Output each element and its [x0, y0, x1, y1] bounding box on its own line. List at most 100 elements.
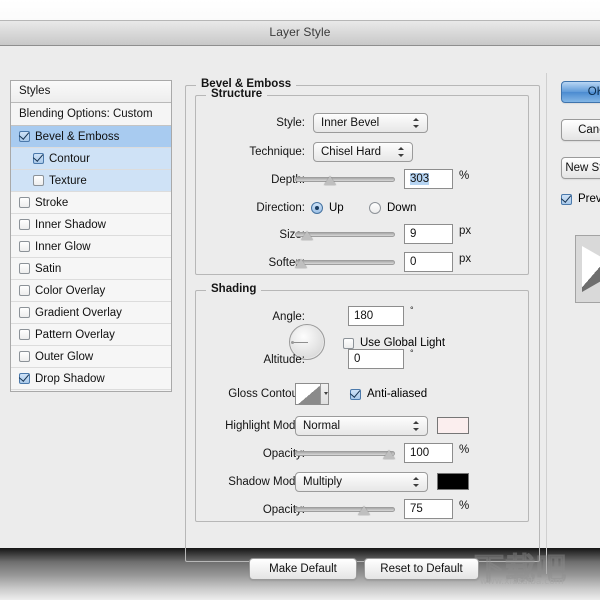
make-default-button[interactable]: Make Default: [249, 558, 357, 580]
styles-list-item-label: Texture: [49, 174, 87, 187]
styles-list-item-checkbox[interactable]: [33, 175, 44, 186]
dialog-titlebar[interactable]: Layer Style: [0, 21, 600, 46]
styles-list-item[interactable]: Drop Shadow: [11, 368, 171, 390]
styles-list-item-checkbox[interactable]: [19, 263, 30, 274]
size-slider-knob[interactable]: [301, 231, 313, 241]
shadow-opacity-unit: %: [459, 500, 470, 512]
direction-up-option[interactable]: Up: [311, 198, 344, 218]
highlight-color-swatch[interactable]: [437, 417, 469, 434]
styles-list-item[interactable]: Texture: [11, 170, 171, 192]
styles-rows: Bevel & Emboss Contour Texture Stroke Inner …: [11, 126, 171, 390]
styles-list-item[interactable]: Bevel & Emboss: [11, 126, 171, 148]
bevel-emboss-pane: Bevel & Emboss Structure Style: Inner Be…: [185, 75, 540, 580]
radio-down-icon[interactable]: [369, 202, 381, 214]
soften-input[interactable]: 0: [404, 252, 453, 272]
depth-slider[interactable]: [295, 173, 395, 187]
depth-slider-knob[interactable]: [324, 176, 336, 186]
styles-list-item[interactable]: Outer Glow: [11, 346, 171, 368]
styles-list-item-checkbox[interactable]: [19, 219, 30, 230]
shadow-color-swatch[interactable]: [437, 473, 469, 490]
depth-input-value: 303: [410, 173, 430, 185]
soften-input-value: 0: [410, 256, 417, 268]
radio-up-icon[interactable]: [311, 202, 323, 214]
size-label: Size:: [279, 229, 305, 241]
styles-list-item-label: Inner Shadow: [35, 218, 106, 231]
shadow-mode-label: Shadow Mode:: [228, 476, 305, 488]
direction-down-option[interactable]: Down: [369, 198, 416, 218]
styles-list-item-checkbox[interactable]: [19, 241, 30, 252]
cancel-button[interactable]: Cancel: [561, 119, 600, 141]
styles-list-item-label: Gradient Overlay: [35, 306, 122, 319]
styles-list-item-label: Bevel & Emboss: [35, 130, 120, 143]
style-select[interactable]: Inner Bevel: [313, 113, 428, 133]
chevron-updown-icon: [398, 146, 405, 160]
direction-label: Direction:: [256, 202, 305, 214]
screen: Layer Style Styles Blending Options: Cus…: [0, 0, 600, 600]
soften-slider-track: [295, 260, 395, 265]
styles-list-item[interactable]: Pattern Overlay: [11, 324, 171, 346]
altitude-label: Altitude:: [263, 354, 305, 366]
preview-checkbox[interactable]: [561, 193, 572, 205]
styles-list-item-checkbox[interactable]: [19, 329, 30, 340]
styles-list-item-checkbox[interactable]: [19, 197, 30, 208]
size-unit: px: [459, 225, 472, 237]
highlight-opacity-slider[interactable]: [295, 447, 395, 461]
anti-aliased-label: Anti-aliased: [367, 388, 428, 400]
styles-list-item[interactable]: Stroke: [11, 192, 171, 214]
blending-options-row[interactable]: Blending Options: Custom: [11, 103, 171, 126]
preview-option[interactable]: Preview: [561, 189, 600, 209]
styles-list-item-label: Inner Glow: [35, 240, 91, 253]
use-global-light-checkbox[interactable]: [343, 337, 354, 349]
angle-input[interactable]: 180: [348, 306, 404, 326]
styles-list-item[interactable]: Satin: [11, 258, 171, 280]
highlight-opacity-input[interactable]: 100: [404, 443, 453, 463]
styles-list-item[interactable]: Contour: [11, 148, 171, 170]
ok-button[interactable]: OK: [561, 81, 600, 103]
soften-slider[interactable]: [295, 256, 395, 270]
depth-unit: %: [459, 170, 470, 182]
highlight-opacity-label: Opacity:: [262, 448, 305, 460]
dialog-title: Layer Style: [269, 25, 331, 39]
size-slider[interactable]: [295, 228, 395, 242]
altitude-input[interactable]: 0: [348, 349, 404, 369]
reset-to-default-button[interactable]: Reset to Default: [364, 558, 479, 580]
depth-slider-track: [295, 177, 395, 182]
depth-label: Depth:: [271, 174, 305, 186]
anti-aliased-checkbox[interactable]: [350, 388, 361, 400]
styles-list-item-checkbox[interactable]: [19, 351, 30, 362]
styles-list-item-checkbox[interactable]: [19, 131, 30, 142]
styles-list-item[interactable]: Inner Shadow: [11, 214, 171, 236]
new-style-button[interactable]: New Style...: [561, 157, 600, 179]
shadow-opacity-slider-knob[interactable]: [358, 506, 370, 516]
layer-style-dialog: Layer Style Styles Blending Options: Cus…: [0, 20, 600, 580]
preview-label: Preview: [578, 193, 600, 205]
styles-list-item-checkbox[interactable]: [19, 307, 30, 318]
styles-list-panel: Styles Blending Options: Custom Bevel & …: [10, 80, 172, 392]
gloss-contour-picker[interactable]: [295, 383, 329, 405]
styles-list-header[interactable]: Styles: [11, 81, 171, 103]
angle-dial-handle: [293, 342, 308, 343]
anti-aliased-option[interactable]: Anti-aliased: [350, 384, 427, 404]
use-global-light-label: Use Global Light: [360, 337, 446, 349]
styles-list-item[interactable]: Inner Glow: [11, 236, 171, 258]
styles-list-item-checkbox[interactable]: [33, 153, 44, 164]
styles-list-item-checkbox[interactable]: [19, 373, 30, 384]
styles-list-item-checkbox[interactable]: [19, 285, 30, 296]
technique-select[interactable]: Chisel Hard: [313, 142, 413, 162]
direction-up-label: Up: [329, 202, 344, 214]
size-input[interactable]: 9: [404, 224, 453, 244]
shadow-opacity-label: Opacity:: [262, 504, 305, 516]
styles-list-item-label: Color Overlay: [35, 284, 106, 297]
highlight-opacity-slider-knob[interactable]: [383, 450, 395, 460]
shadow-opacity-input[interactable]: 75: [404, 499, 453, 519]
size-input-value: 9: [410, 228, 417, 240]
highlight-opacity-unit: %: [459, 444, 470, 456]
depth-input[interactable]: 303: [404, 169, 453, 189]
soften-slider-knob[interactable]: [295, 259, 307, 269]
gloss-contour-dropdown-arrow[interactable]: [320, 384, 328, 404]
highlight-mode-select[interactable]: Normal: [295, 416, 428, 436]
styles-list-item[interactable]: Color Overlay: [11, 280, 171, 302]
shadow-mode-select[interactable]: Multiply: [295, 472, 428, 492]
shadow-opacity-slider[interactable]: [295, 503, 395, 517]
styles-list-item[interactable]: Gradient Overlay: [11, 302, 171, 324]
